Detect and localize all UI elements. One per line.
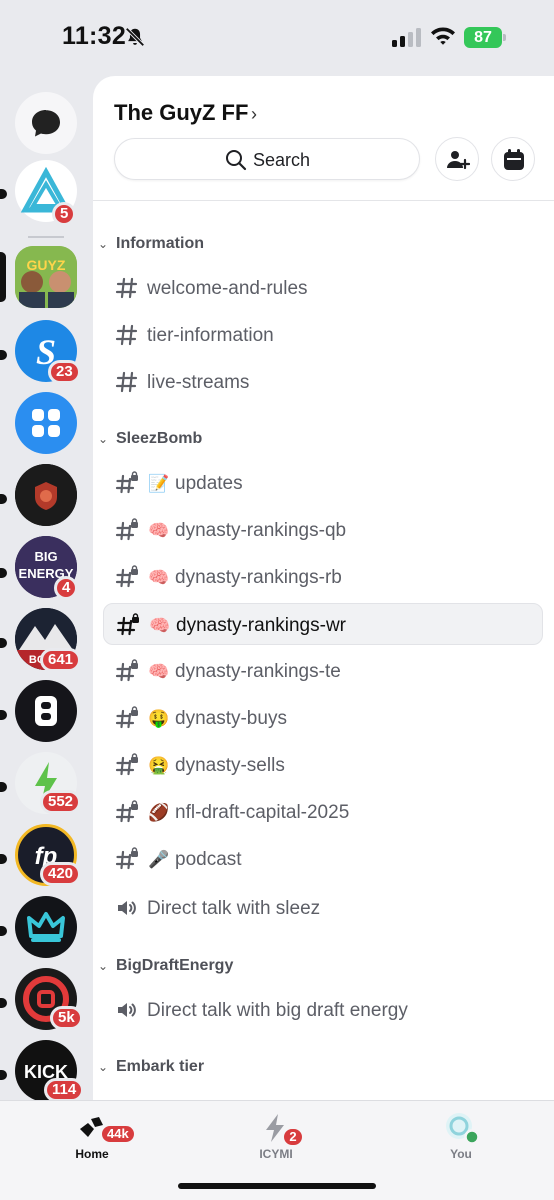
voice-channel-direct-talk-bde[interactable]: Direct talk with big draft energy [103,989,543,1031]
memo-emoji-icon: 📝 [148,474,170,493]
battery-level: 87 [464,27,502,48]
chevron-right-icon[interactable]: › [251,104,257,125]
battery-indicator: 87 [464,27,506,48]
microphone-emoji-icon: 🎤 [148,850,170,869]
locked-hash-icon [115,565,138,588]
category-bigdraftenergy[interactable]: ⌄ BigDraftEnergy [98,954,233,978]
vomiting-face-emoji-icon: 🤮 [148,756,170,775]
hash-icon [115,277,138,299]
channel-dynasty-sells[interactable]: 🤮 dynasty-sells [103,744,543,786]
direct-messages-button[interactable] [15,92,77,154]
brain-emoji-icon: 🧠 [149,616,171,635]
chat-bubble-icon [32,110,60,137]
football-emoji-icon: 🏈 [148,803,170,822]
tab-home[interactable]: 44k Home [47,1109,137,1169]
locked-hash-icon [115,659,138,682]
search-label: Search [253,150,311,170]
status-bar: 11:32 87 [0,0,554,74]
tab-icymi[interactable]: 2 ICYMI [231,1109,321,1169]
brain-emoji-icon: 🧠 [148,521,170,540]
home-indicator [178,1183,376,1189]
category-information[interactable]: ⌄ Information [98,232,204,256]
speaker-icon [118,901,136,915]
voice-channel-direct-talk-sleez[interactable]: Direct talk with sleez [103,887,543,929]
fantasy-show-logo-icon [15,464,77,526]
calendar-icon [504,149,524,170]
hash-icon [115,324,138,346]
unread-badge: 641 [40,648,82,672]
svg-text:GUYZ: GUYZ [27,257,66,273]
unread-badge: 4 [54,576,79,600]
channel-nfl-draft-capital-2025[interactable]: 🏈 nfl-draft-capital-2025 [103,791,543,833]
cell-signal-icon [392,28,421,47]
unread-badge: 552 [40,790,82,814]
channel-podcast[interactable]: 🎤 podcast [103,838,543,880]
channel-dynasty-rankings-rb[interactable]: 🧠 dynasty-rankings-rb [103,556,543,598]
server-name[interactable]: The GuyZ FF [114,100,248,126]
channel-dynasty-rankings-wr[interactable]: 🧠 dynasty-rankings-wr [103,603,543,645]
hash-icon [115,371,138,393]
unread-badge: 114 [44,1078,85,1100]
server-crown[interactable] [15,896,77,958]
brain-emoji-icon: 🧠 [148,568,170,587]
events-button[interactable] [491,137,535,181]
locked-hash-icon [115,753,138,776]
chevron-down-icon: ⌄ [98,432,109,446]
locked-hash-icon [116,613,139,636]
locked-hash-icon [115,518,138,541]
channel-tier-information[interactable]: tier-information [103,314,543,356]
search-icon [226,150,247,171]
unread-badge: 23 [48,360,81,384]
brain-emoji-icon: 🧠 [148,662,170,681]
b-logo-icon [35,696,57,726]
add-user-icon [447,151,470,170]
chevron-down-icon: ⌄ [98,237,109,251]
locked-hash-icon [115,847,138,870]
locked-hash-icon [115,471,138,494]
channel-live-streams[interactable]: live-streams [103,361,543,403]
locked-hash-icon [115,800,138,823]
chevron-down-icon: ⌄ [98,959,109,973]
channel-list-panel: The GuyZ FF › Search ⌄ Information welco… [93,76,554,1100]
channel-welcome-and-rules[interactable]: welcome-and-rules [103,267,543,309]
server-grid-app[interactable] [15,392,77,454]
bell-muted-icon [125,27,145,47]
wifi-icon [431,27,455,45]
channel-updates[interactable]: 📝 updates [103,462,543,504]
crown-icon [27,912,65,942]
channel-dynasty-rankings-qb[interactable]: 🧠 dynasty-rankings-qb [103,509,543,551]
server-b-logo[interactable] [15,680,77,742]
server-fantasy-football-show[interactable] [15,464,77,526]
channel-dynasty-buys[interactable]: 🤑 dynasty-buys [103,697,543,739]
home-unread-badge: 44k [99,1123,137,1145]
locked-hash-icon [115,706,138,729]
svg-text:BIG: BIG [34,549,57,564]
channel-dynasty-rankings-te[interactable]: 🧠 dynasty-rankings-te [103,650,543,692]
speaker-icon [118,1003,136,1017]
unread-badge: 5 [52,202,77,226]
avatar [446,1113,478,1145]
category-embark-tier[interactable]: ⌄ Embark tier [98,1055,204,1079]
unread-badge: 5k [50,1006,83,1030]
unread-badge: 420 [40,862,82,886]
grid-icon [32,409,60,437]
search-button[interactable]: Search [114,138,420,180]
money-face-emoji-icon: 🤑 [148,709,170,728]
category-sleezbomb[interactable]: ⌄ SleezBomb [98,427,202,451]
tab-you[interactable]: You [416,1109,506,1169]
chevron-down-icon: ⌄ [98,1060,109,1074]
clock: 11:32 [62,22,127,50]
guyz-ff-logo-icon: GUYZ [15,246,77,308]
server-rail: 5 GUYZ S 23 BIG ENERGY 4 641 552 fp 420 … [0,74,92,1100]
icymi-unread-badge: 2 [281,1126,305,1148]
server-guyz-ff[interactable]: GUYZ [15,246,77,308]
invite-members-button[interactable] [435,137,479,181]
